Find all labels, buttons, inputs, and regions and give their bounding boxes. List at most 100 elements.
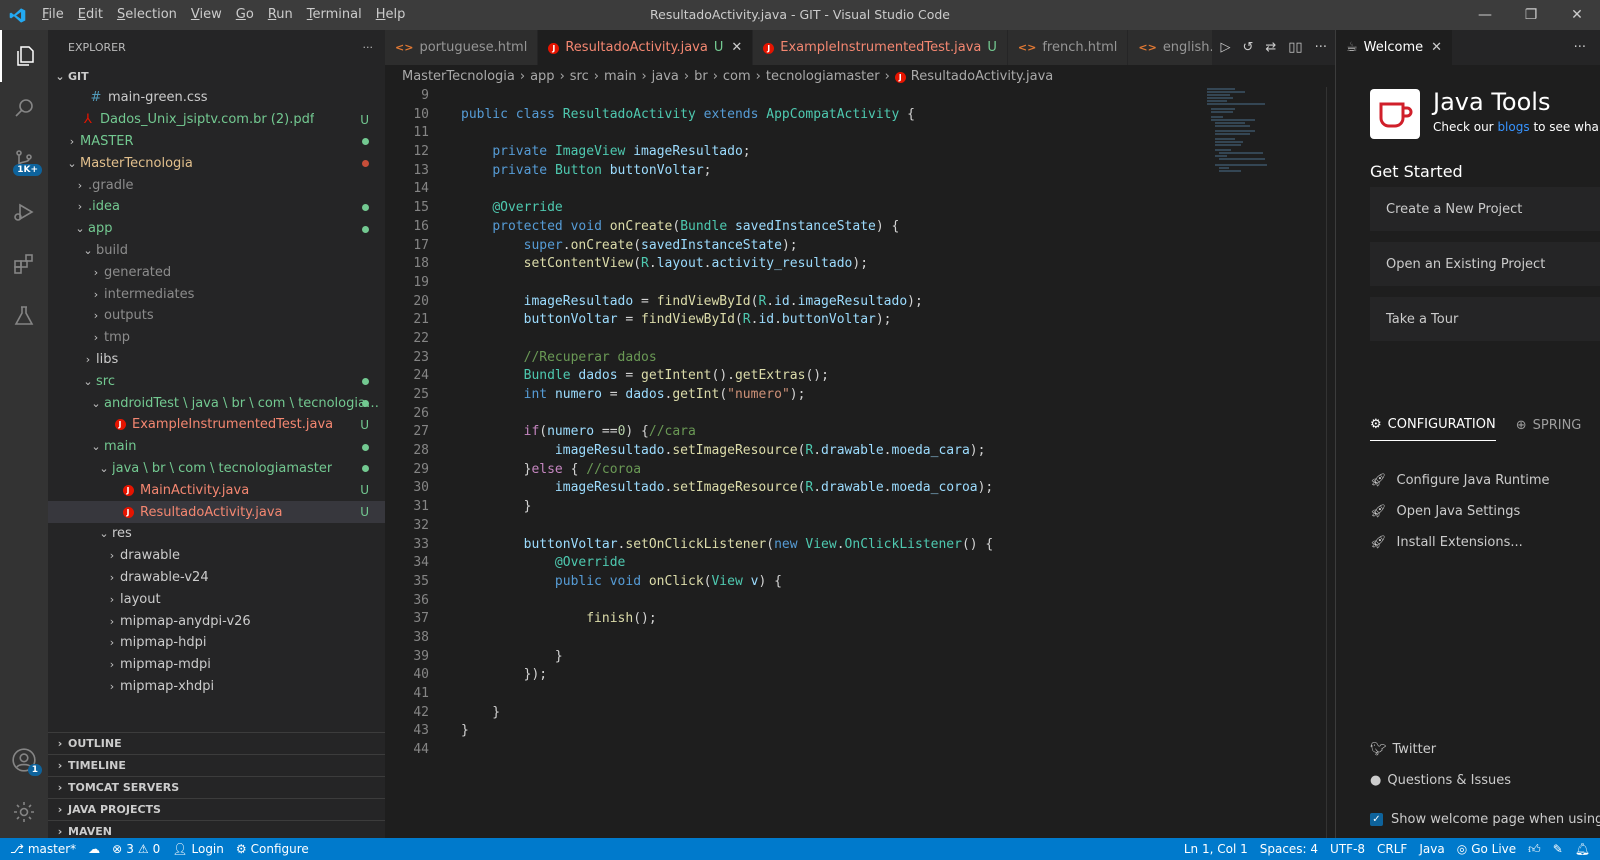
menu-terminal[interactable]: Terminal bbox=[300, 0, 369, 30]
settings-gear-icon[interactable] bbox=[0, 786, 48, 838]
install-extensions-link[interactable]: 🚀︎ Install Extensions... bbox=[1370, 535, 1523, 550]
tree-item[interactable]: ⌄ app bbox=[48, 218, 385, 240]
tree-item[interactable]: › .idea bbox=[48, 196, 385, 218]
workspace-root[interactable]: ⌄ GIT bbox=[48, 65, 385, 87]
tab-welcome[interactable]: ☕ Welcome ✕ bbox=[1336, 30, 1453, 65]
open-project-button[interactable]: Open an Existing Project bbox=[1370, 242, 1600, 286]
tree-item[interactable]: ⌄ build bbox=[48, 240, 385, 262]
run-icon[interactable]: ▷ bbox=[1220, 40, 1230, 55]
branch-indicator[interactable]: ⎇ master* bbox=[0, 838, 82, 860]
tree-item[interactable]: ⌄ androidTest \ java \ br \ com \ tecnolo… bbox=[48, 392, 385, 414]
breadcrumb-item[interactable]: src bbox=[570, 69, 589, 84]
breadcrumb-item[interactable]: br bbox=[694, 69, 708, 84]
cursor-position[interactable]: Ln 1, Col 1 bbox=[1178, 838, 1254, 860]
tree-item[interactable]: J ExampleInstrumentedTest.java U bbox=[48, 414, 385, 436]
close-window-icon[interactable]: ✕ bbox=[1554, 0, 1600, 30]
tab-french-html[interactable]: <> french.html bbox=[1007, 30, 1129, 65]
tree-item[interactable]: › tmp bbox=[48, 327, 385, 349]
tree-item[interactable]: › mipmap-anydpi-v26 bbox=[48, 610, 385, 632]
accounts-icon[interactable]: 1 bbox=[0, 734, 48, 786]
tree-item[interactable]: › mipmap-xhdpi bbox=[48, 676, 385, 698]
compare-icon[interactable]: ⇄ bbox=[1265, 40, 1276, 55]
more-editor-actions-icon[interactable]: ··· bbox=[1315, 40, 1327, 55]
menu-run[interactable]: Run bbox=[261, 0, 300, 30]
run-debug-icon[interactable] bbox=[0, 186, 48, 238]
breadcrumb-item[interactable]: java bbox=[652, 69, 679, 84]
tab-configuration[interactable]: ⚙ CONFIGURATION bbox=[1370, 417, 1496, 441]
restore-icon[interactable]: ❐ bbox=[1508, 0, 1554, 30]
blogs-link[interactable]: blogs bbox=[1497, 120, 1529, 134]
tree-item[interactable]: › drawable bbox=[48, 545, 385, 567]
tree-item[interactable]: › MASTER bbox=[48, 131, 385, 153]
testing-flask-icon[interactable] bbox=[0, 290, 48, 342]
extensions-icon[interactable] bbox=[0, 238, 48, 290]
tree-item[interactable]: ⅄ Dados_Unix_jsiptv.com.br (2).pdf U bbox=[48, 109, 385, 131]
configure-button[interactable]: ⚙ Configure bbox=[230, 838, 315, 860]
breadcrumb-item[interactable]: ResultadoActivity.java bbox=[911, 69, 1053, 84]
tab-spring[interactable]: ⊕ SPRING bbox=[1516, 417, 1582, 441]
tree-item[interactable]: # main-green.css bbox=[48, 87, 385, 109]
tree-item[interactable]: › outputs bbox=[48, 305, 385, 327]
minimize-icon[interactable]: — bbox=[1462, 0, 1508, 30]
language-mode[interactable]: Java bbox=[1413, 838, 1450, 860]
tree-item[interactable]: › generated bbox=[48, 261, 385, 283]
source-control-icon[interactable]: 1K+ bbox=[0, 134, 48, 186]
editor-scrollbar[interactable] bbox=[1326, 87, 1327, 838]
breadcrumb-item[interactable]: app bbox=[530, 69, 554, 84]
tree-item[interactable]: J ResultadoActivity.java U bbox=[48, 501, 385, 523]
issues-link[interactable]: ● Questions & Issues bbox=[1370, 773, 1511, 788]
tree-item[interactable]: › layout bbox=[48, 588, 385, 610]
code-editor[interactable]: 9 10 public class ResultadoActivity extend… bbox=[385, 87, 1335, 838]
tree-item[interactable]: ⌄ res bbox=[48, 523, 385, 545]
tree-item[interactable]: › .gradle bbox=[48, 174, 385, 196]
panel-tomcat-servers[interactable]: › TOMCAT SERVERS bbox=[48, 776, 385, 798]
tree-item[interactable]: ⌄ main bbox=[48, 436, 385, 458]
split-editor-icon[interactable]: ▯▯ bbox=[1288, 40, 1302, 55]
twitter-link[interactable]: 🐦︎ Twitter bbox=[1370, 742, 1436, 757]
tree-item[interactable]: ⌄ java \ br \ com \ tecnologiamaster bbox=[48, 458, 385, 480]
tree-item[interactable]: › mipmap-hdpi bbox=[48, 632, 385, 654]
create-project-button[interactable]: Create a New Project bbox=[1370, 187, 1600, 231]
tree-item[interactable]: › mipmap-mdpi bbox=[48, 654, 385, 676]
tree-item[interactable]: ⌄ MasterTecnologia bbox=[48, 152, 385, 174]
explorer-icon[interactable] bbox=[0, 30, 48, 82]
show-welcome-checkbox[interactable]: ✓ bbox=[1370, 813, 1383, 826]
breadcrumb-item[interactable]: tecnologiamaster bbox=[766, 69, 880, 84]
take-tour-button[interactable]: Take a Tour bbox=[1370, 297, 1600, 341]
welcome-more-icon[interactable]: ··· bbox=[1574, 40, 1600, 55]
search-icon[interactable] bbox=[0, 82, 48, 134]
thumbs-up-icon[interactable]: 👍︎ bbox=[1522, 838, 1547, 860]
encoding[interactable]: UTF-8 bbox=[1324, 838, 1371, 860]
panel-outline[interactable]: › OUTLINE bbox=[48, 732, 385, 754]
notifications-bell-icon[interactable]: 🔔︎ bbox=[1569, 838, 1600, 860]
sync-icon[interactable]: ☁ bbox=[82, 838, 106, 860]
tab-english-h[interactable]: <> english.h bbox=[1128, 30, 1222, 65]
menu-edit[interactable]: Edit bbox=[71, 0, 110, 30]
configure-runtime-link[interactable]: 🚀︎ Configure Java Runtime bbox=[1370, 473, 1550, 488]
login-button[interactable]: 👤︎ Login bbox=[166, 838, 230, 860]
menu-help[interactable]: Help bbox=[369, 0, 413, 30]
tab-portuguese-html[interactable]: <> portuguese.html bbox=[385, 30, 539, 65]
more-actions-icon[interactable]: ··· bbox=[363, 41, 374, 54]
panel-java-projects[interactable]: › JAVA PROJECTS bbox=[48, 798, 385, 820]
menu-selection[interactable]: Selection bbox=[110, 0, 184, 30]
breadcrumb-item[interactable]: MasterTecnologia bbox=[402, 69, 515, 84]
tree-item[interactable]: › intermediates bbox=[48, 283, 385, 305]
panel-timeline[interactable]: › TIMELINE bbox=[48, 754, 385, 776]
menu-file[interactable]: File bbox=[35, 0, 71, 30]
open-settings-link[interactable]: 🚀︎ Open Java Settings bbox=[1370, 504, 1520, 519]
menu-view[interactable]: View bbox=[184, 0, 229, 30]
tab-resultadoactivity-java[interactable]: J ResultadoActivity.java U ✕ bbox=[538, 30, 754, 65]
tab-exampleinstrumentedtest-java[interactable]: J ExampleInstrumentedTest.java U bbox=[753, 30, 1008, 65]
problems-indicator[interactable]: ⊗ 3 ⚠ 0 bbox=[106, 838, 166, 860]
line-endings[interactable]: CRLF bbox=[1371, 838, 1413, 860]
tree-item[interactable]: ⌄ src bbox=[48, 370, 385, 392]
indentation[interactable]: Spaces: 4 bbox=[1254, 838, 1324, 860]
breadcrumb-item[interactable]: com bbox=[723, 69, 751, 84]
close-tab-icon[interactable]: ✕ bbox=[731, 40, 742, 55]
minimap[interactable] bbox=[1205, 87, 1275, 177]
tree-item[interactable]: › libs bbox=[48, 349, 385, 371]
show-welcome-option[interactable]: ✓ Show welcome page when using Ja bbox=[1370, 812, 1600, 827]
tree-item[interactable]: › drawable-v24 bbox=[48, 567, 385, 589]
menu-go[interactable]: Go bbox=[229, 0, 261, 30]
